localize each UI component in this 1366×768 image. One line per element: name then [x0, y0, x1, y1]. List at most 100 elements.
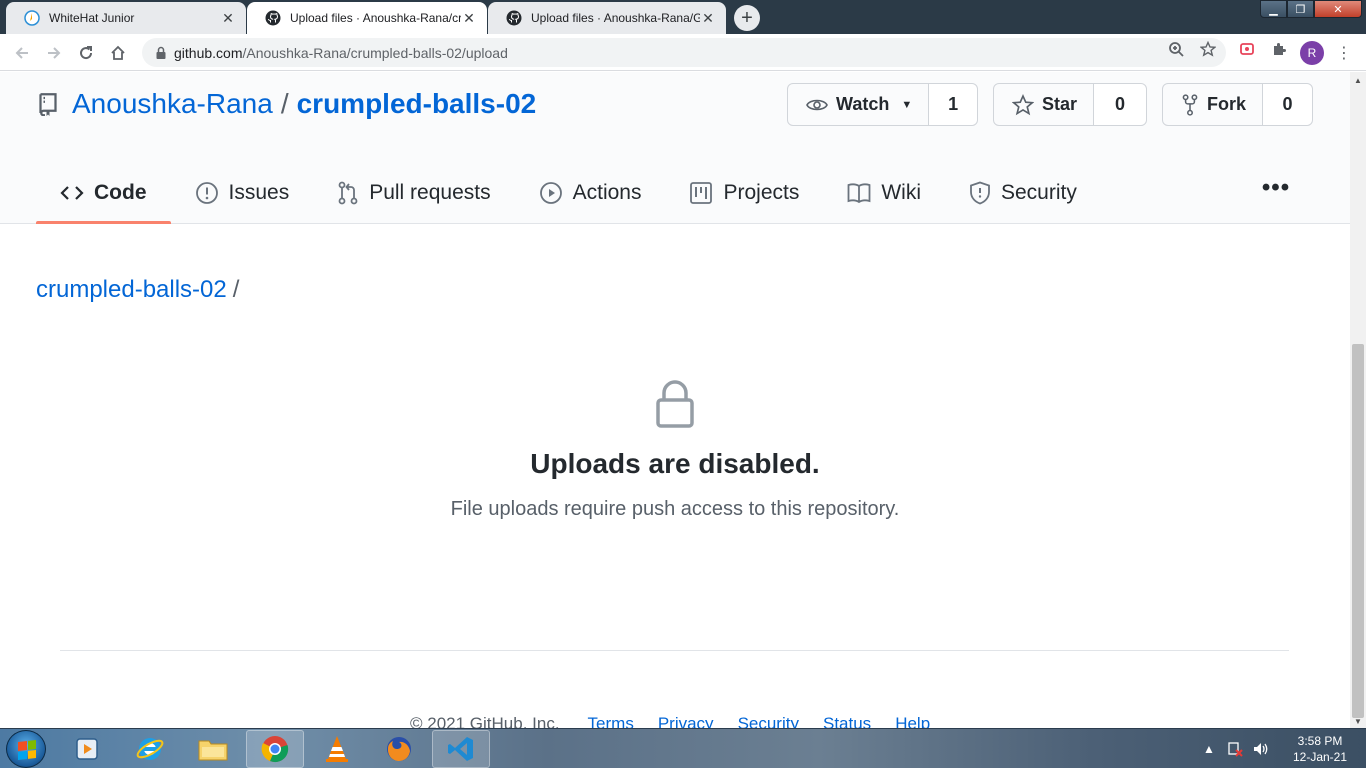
- breadcrumb-repo-link[interactable]: crumpled-balls-02: [36, 276, 227, 303]
- reload-button[interactable]: [74, 41, 98, 65]
- tab-security[interactable]: Security: [945, 162, 1101, 224]
- windows-taskbar: ▲ 3:58 PM 12-Jan-21: [0, 728, 1366, 768]
- tab-projects-label: Projects: [723, 181, 800, 204]
- breadcrumb: crumpled-balls-02/: [36, 276, 239, 304]
- media-player-icon: [76, 738, 98, 760]
- reload-icon: [80, 46, 93, 60]
- repo-title-separator: /: [280, 88, 289, 119]
- lock-icon: [656, 380, 694, 428]
- minimize-window-button[interactable]: ▁: [1260, 0, 1287, 18]
- star-icon: [1012, 93, 1034, 115]
- repository-title: Anoushka-Rana / crumpled-balls-02: [36, 86, 536, 122]
- tab-code[interactable]: Code: [36, 162, 171, 224]
- breadcrumb-separator: /: [232, 276, 240, 303]
- blankslate-message: File uploads require push access to this…: [450, 498, 900, 520]
- scroll-down-arrow-icon[interactable]: ▼: [1354, 717, 1362, 726]
- star-label: Star: [1042, 94, 1078, 114]
- taskbar-media-player[interactable]: [58, 730, 116, 768]
- repo-owner-link[interactable]: Anoushka-Rana: [72, 88, 273, 120]
- url-text: github.com/Anoushka-Rana/crumpled-balls-…: [174, 45, 508, 61]
- volume-icon[interactable]: [1250, 739, 1272, 759]
- fork-button-group: Fork 0: [1162, 83, 1313, 126]
- tab-upload-files-gc[interactable]: Upload files · Anoushka-Rana/GC ✕: [488, 2, 726, 34]
- internet-explorer-icon: [136, 738, 164, 760]
- taskbar-internet-explorer[interactable]: [121, 730, 179, 768]
- whitehat-favicon-icon: [24, 10, 40, 26]
- forks-count[interactable]: 0: [1262, 84, 1312, 125]
- uploads-disabled-blankslate: Uploads are disabled. File uploads requi…: [0, 380, 1350, 521]
- bookmark-star-icon[interactable]: [1199, 40, 1217, 58]
- close-tab-icon[interactable]: ✕: [461, 10, 477, 26]
- fork-label: Fork: [1207, 94, 1247, 114]
- url-path: /Anoushka-Rana/crumpled-balls-02/upload: [242, 44, 508, 61]
- start-button[interactable]: [6, 730, 46, 768]
- maximize-window-button[interactable]: ❐: [1287, 0, 1314, 18]
- taskbar-clock[interactable]: 3:58 PM 12-Jan-21: [1280, 733, 1360, 765]
- repo-icon: [39, 93, 57, 116]
- more-tabs-button[interactable]: •••: [1258, 174, 1294, 201]
- vlc-cone-icon: [326, 736, 348, 762]
- vscode-icon: [448, 737, 473, 761]
- star-button[interactable]: Star: [994, 84, 1093, 125]
- taskbar-chrome[interactable]: [246, 730, 304, 768]
- zoom-icon[interactable]: [1167, 40, 1185, 58]
- watch-button[interactable]: Watch ▼: [788, 84, 928, 125]
- forward-button[interactable]: [42, 41, 66, 65]
- shield-icon: [970, 181, 990, 205]
- blankslate-heading: Uploads are disabled.: [530, 448, 820, 479]
- address-bar[interactable]: github.com/Anoushka-Rana/crumpled-balls-…: [142, 38, 1226, 67]
- close-tab-icon[interactable]: ✕: [220, 10, 236, 26]
- lock-icon: [156, 46, 166, 59]
- taskbar-file-explorer[interactable]: [184, 730, 242, 768]
- repo-name-link[interactable]: crumpled-balls-02: [297, 88, 537, 120]
- tab-upload-files-active[interactable]: Upload files · Anoushka-Rana/cr ✕: [247, 2, 487, 34]
- clock-date: 12-Jan-21: [1292, 750, 1348, 764]
- taskbar-firefox[interactable]: [370, 730, 428, 768]
- star-button-group: Star 0: [993, 83, 1147, 126]
- taskbar-vlc[interactable]: [308, 730, 366, 768]
- clock-time: 3:58 PM: [1297, 734, 1343, 748]
- new-tab-button[interactable]: +: [734, 5, 760, 31]
- github-favicon-icon: [265, 10, 281, 26]
- taskbar-vscode[interactable]: [432, 730, 490, 768]
- tab-code-label: Code: [94, 181, 147, 204]
- tab-wiki[interactable]: Wiki: [823, 162, 945, 224]
- footer-divider: [60, 650, 1289, 651]
- fork-icon: [1182, 93, 1198, 116]
- fork-button[interactable]: Fork: [1163, 84, 1262, 125]
- watchers-count[interactable]: 1: [928, 84, 977, 125]
- watch-button-group: Watch ▼ 1: [787, 83, 978, 126]
- firefox-icon: [387, 737, 411, 762]
- scroll-up-arrow-icon[interactable]: ▲: [1354, 76, 1362, 85]
- tab-security-label: Security: [1001, 181, 1077, 204]
- screencast-extension-icon[interactable]: [1238, 40, 1256, 58]
- repository-header: Anoushka-Rana / crumpled-balls-02 Watch …: [0, 72, 1350, 224]
- tab-issues[interactable]: Issues: [171, 162, 314, 224]
- stargazers-count[interactable]: 0: [1093, 84, 1146, 125]
- home-button[interactable]: [106, 41, 130, 65]
- network-disconnected-icon[interactable]: [1224, 739, 1246, 759]
- tab-title: WhiteHat Junior: [49, 11, 135, 25]
- scrollbar-thumb[interactable]: [1352, 344, 1364, 718]
- extensions-puzzle-icon[interactable]: [1270, 40, 1288, 58]
- show-hidden-icons-arrow-icon[interactable]: ▲: [1198, 739, 1220, 759]
- tab-title: Upload files · Anoushka-Rana/cr: [290, 11, 461, 25]
- caret-down-icon: ▼: [901, 98, 913, 111]
- tab-pull-requests[interactable]: Pull requests: [313, 162, 514, 224]
- arrow-left-icon: [15, 47, 28, 59]
- close-tab-icon[interactable]: ✕: [700, 10, 716, 26]
- page-scrollbar[interactable]: ▲ ▼: [1350, 72, 1366, 728]
- tab-actions[interactable]: Actions: [515, 162, 666, 224]
- close-window-button[interactable]: ✕: [1314, 0, 1362, 18]
- browser-menu-icon[interactable]: ⋮: [1336, 42, 1352, 64]
- tab-projects[interactable]: Projects: [665, 162, 823, 224]
- back-button[interactable]: [10, 41, 34, 65]
- code-icon: [60, 186, 84, 200]
- browser-toolbar: github.com/Anoushka-Rana/crumpled-balls-…: [0, 34, 1366, 71]
- profile-avatar[interactable]: R: [1300, 41, 1324, 65]
- repository-nav: Code Issues Pull requests Actions Projec…: [36, 162, 1101, 224]
- tab-title: Upload files · Anoushka-Rana/GC: [531, 11, 700, 25]
- book-icon: [847, 183, 871, 204]
- tab-whitehat-junior[interactable]: WhiteHat Junior ✕: [6, 2, 246, 34]
- chrome-icon: [261, 736, 289, 763]
